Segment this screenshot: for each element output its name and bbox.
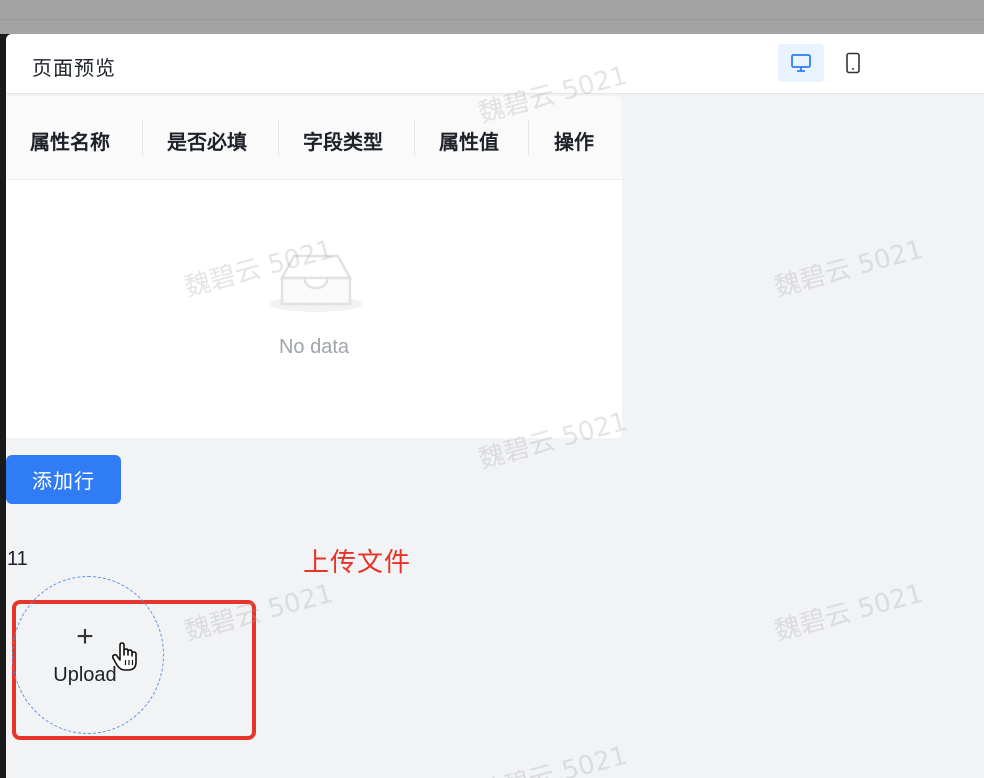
column-header-field-type: 字段类型	[303, 132, 383, 154]
annotation-upload-file: 上传文件	[303, 547, 412, 577]
column-separator	[278, 120, 279, 156]
attribute-table: 属性名称 是否必填 字段类型 属性值 操作 No data	[6, 96, 622, 438]
hand-cursor-icon	[112, 642, 137, 671]
column-separator	[142, 120, 143, 156]
mobile-view-button[interactable]	[830, 44, 876, 82]
watermark: 魏碧云 5021	[771, 578, 927, 648]
watermark: 魏碧云 5021	[475, 740, 631, 778]
column-separator	[528, 120, 529, 156]
column-header-required: 是否必填	[167, 132, 247, 154]
desktop-view-button[interactable]	[778, 44, 824, 82]
background-window-strip	[0, 0, 984, 34]
add-row-button[interactable]: 添加行	[6, 455, 121, 504]
empty-inbox-icon	[270, 254, 362, 312]
table-empty-state: No data	[6, 180, 622, 438]
column-header-attr-name: 属性名称	[30, 132, 110, 154]
desktop-icon	[791, 54, 811, 72]
watermark: 魏碧云 5021	[771, 234, 927, 304]
modal-header: 页面预览	[6, 34, 984, 94]
column-header-actions: 操作	[554, 132, 594, 154]
background-divider	[0, 19, 984, 20]
modal-title: 页面预览	[32, 58, 116, 80]
column-separator	[414, 120, 415, 156]
empty-text: No data	[278, 336, 350, 358]
table-header: 属性名称 是否必填 字段类型 属性值 操作	[6, 96, 622, 180]
field-label: 11	[7, 548, 28, 570]
column-header-attr-value: 属性值	[439, 132, 499, 154]
mobile-icon	[846, 52, 860, 74]
page-preview-modal: 页面预览 属性名称 是否必填 字段类型 属性值 操作 No data 添加行 1…	[6, 34, 984, 778]
